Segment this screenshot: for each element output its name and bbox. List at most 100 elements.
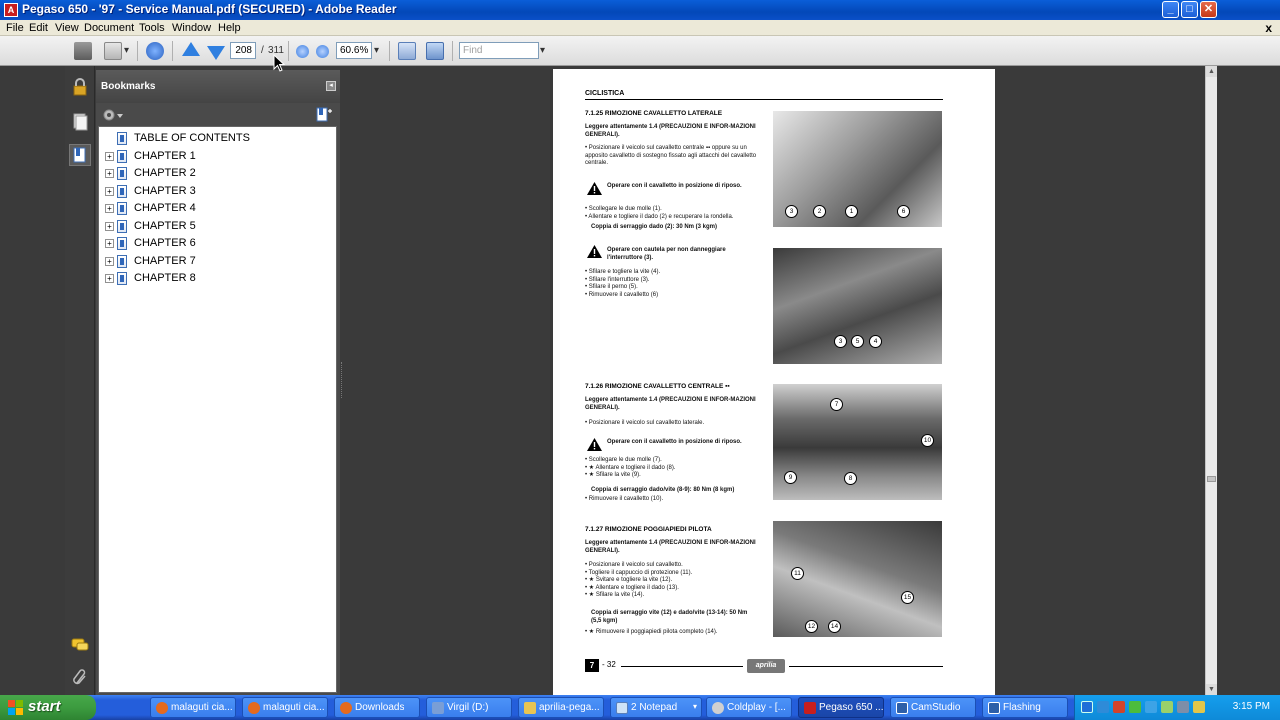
maximize-button[interactable]: □: [1181, 1, 1198, 18]
tray-app-icon[interactable]: [1193, 701, 1205, 713]
bookmark-chapter-1[interactable]: + CHAPTER 1: [99, 148, 336, 165]
section-intro: Leggere attentamente 1.4 (PRECAUZIONI E …: [585, 397, 756, 411]
bookmark-chapter-6[interactable]: + CHAPTER 6: [99, 235, 336, 252]
document-close-icon[interactable]: x: [1265, 21, 1272, 35]
zoom-out-icon[interactable]: [296, 45, 309, 58]
splitter-grip[interactable]: [341, 362, 344, 398]
taskbar-item[interactable]: Coldplay - [...: [706, 697, 792, 718]
taskbar-item[interactable]: malaguti cia...: [242, 697, 328, 718]
bookmarks-icon[interactable]: [69, 144, 91, 166]
bookmark-chapter-5[interactable]: + CHAPTER 5: [99, 218, 336, 235]
zoom-level-field[interactable]: 60.6%: [336, 42, 372, 59]
zoom-in-icon[interactable]: [316, 45, 329, 58]
bookmark-label: CHAPTER 4: [134, 202, 196, 214]
section-title: 7.1.27 RIMOZIONE POGGIAPIEDI PILOTA: [585, 526, 712, 533]
page-section-header: CICLISTICA: [585, 90, 625, 97]
speaker-icon[interactable]: [1177, 701, 1189, 713]
collaborate-icon[interactable]: [146, 42, 164, 60]
previous-page-icon[interactable]: [182, 42, 200, 56]
windows-logo-icon: [8, 700, 23, 715]
bookmark-icon: [117, 272, 127, 285]
pages-icon[interactable]: [69, 110, 91, 132]
adobe-reader-icon: A: [4, 3, 18, 17]
taskbar-item[interactable]: 2 Notepad ▾: [610, 697, 702, 718]
expand-plus-icon[interactable]: +: [105, 204, 114, 213]
find-input[interactable]: Find: [459, 42, 539, 59]
menu-help[interactable]: Help: [218, 22, 241, 34]
tray-app-icon[interactable]: [1129, 701, 1141, 713]
save-copy-icon[interactable]: [104, 42, 122, 60]
tray-expand-icon[interactable]: [1081, 701, 1093, 713]
bookmark-icon: [117, 167, 127, 180]
title-bar[interactable]: A Pegaso 650 - '97 - Service Manual.pdf …: [0, 0, 1280, 20]
bookmark-chapter-3[interactable]: + CHAPTER 3: [99, 183, 336, 200]
group-dropdown-chevron-icon[interactable]: ▾: [693, 702, 697, 711]
callout-marker: 14: [828, 620, 841, 633]
comments-icon[interactable]: [69, 634, 91, 656]
mouse-cursor-icon: [273, 54, 285, 72]
network-icon[interactable]: [1097, 701, 1109, 713]
fit-width-icon[interactable]: [426, 42, 444, 60]
expand-plus-icon[interactable]: +: [105, 239, 114, 248]
print-icon[interactable]: [74, 42, 92, 60]
taskbar-item[interactable]: aprilia-pega...: [518, 697, 604, 718]
taskbar-item[interactable]: malaguti cia...: [150, 697, 236, 718]
expand-plus-icon[interactable]: +: [105, 169, 114, 178]
taskbar-item[interactable]: Virgil (D:): [426, 697, 512, 718]
expand-plus-icon[interactable]: +: [105, 187, 114, 196]
expand-plus-icon[interactable]: +: [105, 274, 114, 283]
expand-plus-icon[interactable]: +: [105, 222, 114, 231]
firefox-icon: [248, 702, 260, 714]
next-page-icon[interactable]: [207, 46, 225, 60]
taskbar-item-label: Coldplay - [...: [727, 702, 786, 713]
save-dropdown-chevron-icon[interactable]: ▾: [124, 45, 129, 56]
menu-tools[interactable]: Tools: [139, 22, 165, 34]
taskbar-item[interactable]: Downloads: [334, 697, 420, 718]
taskbar-item[interactable]: CamStudio: [890, 697, 976, 718]
taskbar-item[interactable]: Flashing: [982, 697, 1068, 718]
new-bookmark-icon[interactable]: [316, 107, 332, 122]
menu-edit[interactable]: Edit: [29, 22, 48, 34]
start-button[interactable]: start: [0, 695, 96, 720]
document-view[interactable]: CICLISTICA 7.1.25 RIMOZIONE CAVALLETTO L…: [346, 66, 1205, 695]
vertical-scrollbar[interactable]: ▲ ▼: [1205, 66, 1217, 695]
expand-plus-icon[interactable]: +: [105, 152, 114, 161]
attachments-icon[interactable]: [69, 666, 91, 688]
scroll-up-arrow-icon[interactable]: ▲: [1206, 66, 1217, 77]
bookmark-table-of-contents[interactable]: TABLE OF CONTENTS: [99, 130, 336, 147]
toolbar-divider: [389, 41, 390, 61]
menu-document[interactable]: Document: [84, 22, 134, 34]
minimize-button[interactable]: _: [1162, 1, 1179, 18]
system-tray: 3:15 PM: [1074, 695, 1280, 720]
menu-view[interactable]: View: [55, 22, 79, 34]
panel-menu-icon[interactable]: ◂: [326, 81, 336, 91]
taskbar-item-active[interactable]: Pegaso 650 ...: [798, 697, 884, 718]
bookmark-icon: [117, 185, 127, 198]
warning-text: Operare con il cavalletto in posizione d…: [607, 439, 742, 445]
zoom-dropdown-chevron-icon[interactable]: ▾: [374, 45, 379, 56]
bookmark-icon: [117, 255, 127, 268]
scrollbar-thumb[interactable]: [1207, 476, 1216, 482]
menu-file[interactable]: File: [6, 22, 24, 34]
tray-app-icon[interactable]: [1145, 701, 1157, 713]
fit-page-icon[interactable]: [398, 42, 416, 60]
page-number-input[interactable]: 208: [230, 42, 256, 59]
callout-marker: 11: [791, 567, 804, 580]
tray-app-icon[interactable]: [1113, 701, 1125, 713]
close-button[interactable]: ✕: [1200, 1, 1217, 18]
bookmark-chapter-4[interactable]: + CHAPTER 4: [99, 200, 336, 217]
expand-plus-icon[interactable]: +: [105, 257, 114, 266]
bookmark-chapter-7[interactable]: + CHAPTER 7: [99, 253, 336, 270]
menu-window[interactable]: Window: [172, 22, 211, 34]
warning-icon: [587, 438, 602, 451]
clock[interactable]: 3:15 PM: [1233, 701, 1270, 712]
bookmark-chapter-8[interactable]: + CHAPTER 8: [99, 270, 336, 287]
lock-icon[interactable]: [69, 76, 91, 98]
toolbar-divider: [172, 41, 173, 61]
options-gear-icon[interactable]: [102, 108, 124, 122]
tray-app-icon[interactable]: [1161, 701, 1173, 713]
find-dropdown-chevron-icon[interactable]: ▾: [540, 45, 545, 56]
taskbar-item-label: 2 Notepad: [631, 702, 678, 713]
scroll-down-arrow-icon[interactable]: ▼: [1206, 684, 1217, 695]
bookmark-chapter-2[interactable]: + CHAPTER 2: [99, 165, 336, 182]
